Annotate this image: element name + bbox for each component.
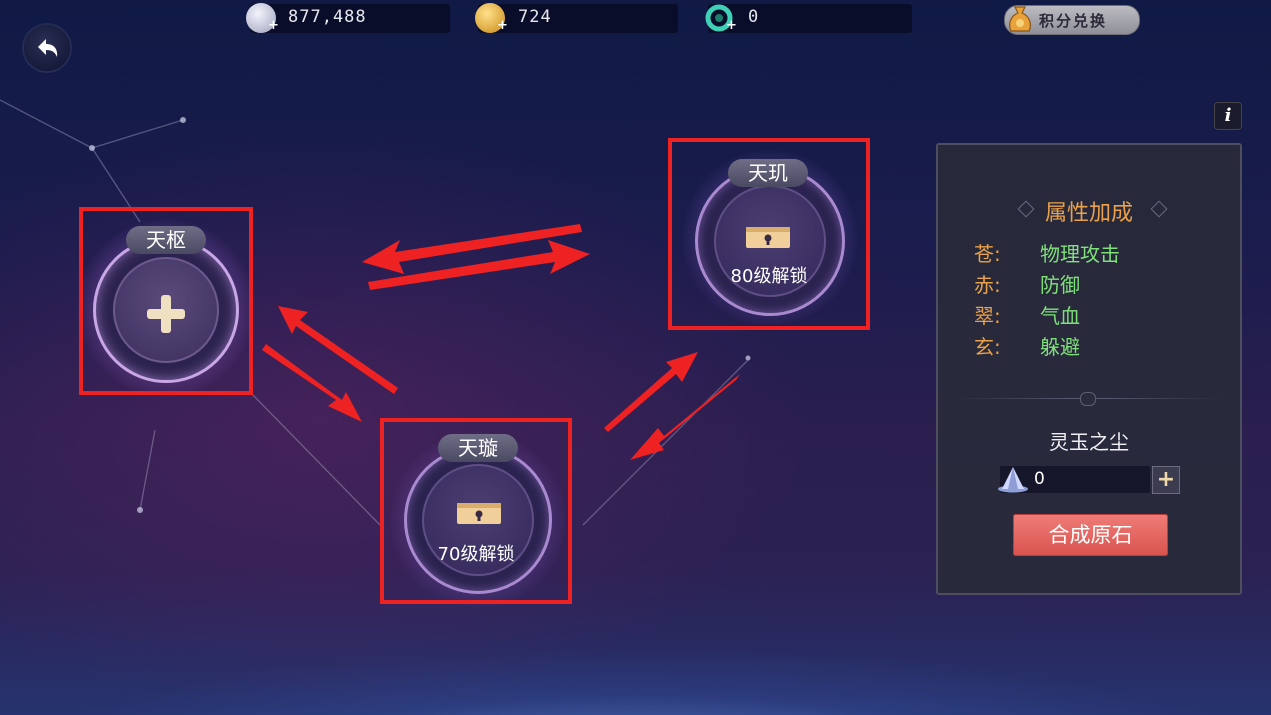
attribute-key: 苍:	[974, 242, 1001, 266]
attribute-value: 防御	[1040, 273, 1080, 297]
jade-currency-bar	[708, 4, 912, 33]
attribute-value: 躲避	[1040, 335, 1080, 359]
panel-title-text: 属性加成	[1044, 201, 1133, 226]
dust-count: 0	[1034, 469, 1045, 489]
attribute-key: 赤:	[974, 273, 1001, 297]
attribute-panel: 属性加成 苍: 物理攻击 赤: 防御 翠: 气血 玄: 躲避 灵玉之尘 0 + 合成原石	[936, 143, 1242, 595]
back-arrow-icon	[38, 39, 58, 57]
attribute-row: 赤: 防御	[974, 269, 1080, 298]
jade-value: 0	[748, 7, 760, 27]
crystal-dust-icon	[998, 467, 1028, 493]
attribute-row: 玄: 躲避	[974, 331, 1080, 360]
silver-add-icon[interactable]: +	[268, 18, 279, 33]
ornament-diamond-icon	[1017, 200, 1035, 218]
attribute-value: 物理攻击	[1040, 242, 1120, 266]
panel-title: 属性加成	[938, 195, 1240, 227]
attribute-key: 翠:	[974, 304, 1001, 328]
silver-value: 877,488	[288, 7, 367, 27]
synthesize-button[interactable]: 合成原石	[1013, 514, 1168, 556]
add-dust-button[interactable]: +	[1152, 466, 1180, 494]
jade-add-icon[interactable]: +	[726, 18, 737, 33]
attribute-value: 气血	[1040, 304, 1080, 328]
attribute-row: 苍: 物理攻击	[974, 238, 1120, 267]
highlight-box-tianxuan	[380, 418, 572, 604]
info-button[interactable]: i	[1215, 103, 1241, 129]
exchange-label: 积分兑换	[1039, 12, 1108, 30]
money-bag-icon	[1009, 6, 1031, 32]
gold-add-icon[interactable]: +	[497, 18, 508, 33]
back-button[interactable]	[24, 25, 70, 71]
points-exchange-button[interactable]: 积分兑换	[1004, 5, 1140, 35]
ornament-diamond-icon	[1150, 200, 1168, 218]
dust-title: 灵玉之尘	[1049, 430, 1129, 454]
attribute-row: 翠: 气血	[974, 300, 1080, 329]
highlight-box-tianji	[668, 138, 870, 330]
gold-currency-bar	[478, 4, 678, 33]
divider-ornament	[1080, 392, 1096, 406]
highlight-box-tianshu	[79, 207, 253, 395]
gold-value: 724	[518, 7, 552, 27]
attribute-key: 玄:	[974, 335, 1001, 359]
